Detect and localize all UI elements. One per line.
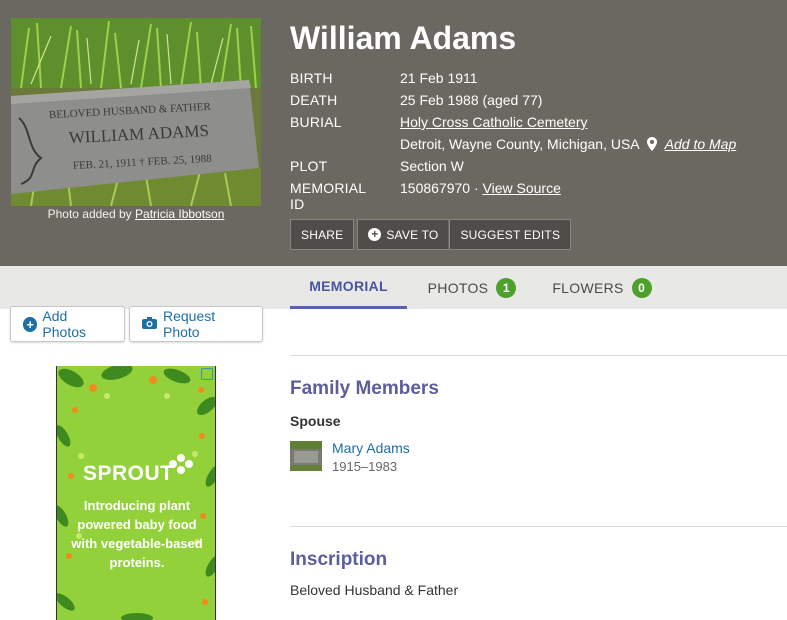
add-photos-button[interactable]: + Add Photos	[10, 306, 125, 342]
divider-middle	[290, 526, 787, 527]
save-edit-group: + SAVE TO SUGGEST EDITS	[357, 219, 572, 250]
map-pin-icon[interactable]	[646, 137, 657, 151]
plot-value: Section W	[400, 158, 464, 174]
photo-caption: Photo added by Patricia Ibbotson	[11, 207, 261, 221]
header-actions: SHARE + SAVE TO SUGGEST EDITS	[290, 219, 572, 250]
cemetery-link[interactable]: Holy Cross Catholic Cemetery	[400, 114, 588, 130]
tab-flowers[interactable]: FLOWERS 0	[537, 266, 667, 309]
photo-caption-prefix: Photo added by	[47, 207, 132, 221]
birth-value: 21 Feb 1911	[400, 70, 478, 86]
request-photo-label: Request Photo	[163, 308, 216, 340]
camera-icon	[142, 316, 157, 332]
tab-photos-label: PHOTOS	[427, 279, 489, 296]
inscription-heading: Inscription	[290, 549, 388, 570]
suggest-edits-button[interactable]: SUGGEST EDITS	[449, 219, 572, 250]
burial-location-text: Detroit, Wayne County, Michigan, USA	[400, 136, 639, 152]
memorial-name: William Adams	[290, 20, 517, 56]
tab-memorial-label: MEMORIAL	[309, 278, 388, 294]
burial-location: Detroit, Wayne County, Michigan, USA Add…	[400, 136, 736, 152]
save-to-label: SAVE TO	[386, 227, 439, 242]
family-members-heading: Family Members	[290, 378, 439, 399]
divider-top	[290, 355, 787, 356]
tab-memorial[interactable]: MEMORIAL	[290, 266, 407, 309]
memorial-id-label: MEMORIAL ID	[290, 180, 366, 212]
ad-leaf-decoration	[57, 366, 215, 620]
tab-flowers-label: FLOWERS	[552, 279, 624, 296]
advertisement[interactable]: SPROUT Introducing plant powered baby fo…	[56, 366, 216, 620]
view-source-link[interactable]: View Source	[483, 180, 561, 196]
ad-text: Introducing plant powered baby food with…	[71, 498, 203, 570]
death-value: 25 Feb 1988 (aged 77)	[400, 92, 543, 108]
photo-contributor-link[interactable]: Patricia Ibbotson	[135, 207, 224, 221]
plot-label: PLOT	[290, 158, 328, 174]
tab-photos[interactable]: PHOTOS 1	[407, 266, 537, 309]
flowers-count-badge: 0	[631, 277, 652, 298]
save-to-button[interactable]: + SAVE TO	[357, 219, 450, 250]
memorial-tabs: MEMORIAL PHOTOS 1 FLOWERS 0	[0, 266, 787, 309]
burial-label: BURIAL	[290, 114, 342, 130]
suggest-edits-label: SUGGEST EDITS	[460, 227, 561, 242]
photos-count-badge: 1	[496, 277, 517, 298]
ad-brand: SPROUT	[83, 462, 174, 485]
share-button[interactable]: SHARE	[290, 219, 355, 250]
birth-label: BIRTH	[290, 70, 333, 86]
spouse-thumbnail[interactable]	[290, 441, 322, 471]
headstone-photo[interactable]: BELOVED HUSBAND & FATHER WILLIAM ADAMS F…	[11, 18, 261, 206]
add-to-map-link[interactable]: Add to Map	[665, 136, 737, 152]
share-button-label: SHARE	[301, 227, 344, 242]
request-photo-button[interactable]: Request Photo	[129, 306, 263, 342]
death-label: DEATH	[290, 92, 338, 108]
plus-circle-icon: +	[368, 228, 382, 241]
memorial-id-value: 150867970 · View Source	[400, 180, 561, 196]
inscription-text: Beloved Husband & Father	[290, 582, 459, 598]
headstone-image: BELOVED HUSBAND & FATHER WILLIAM ADAMS F…	[11, 18, 261, 206]
adchoices-icon[interactable]	[201, 368, 213, 380]
add-photos-label: Add Photos	[42, 308, 87, 340]
memorial-header: BELOVED HUSBAND & FATHER WILLIAM ADAMS F…	[0, 0, 787, 266]
burial-value: Holy Cross Catholic Cemetery	[400, 114, 588, 130]
spouse-label: Spouse	[290, 413, 341, 429]
spouse-dates: 1915–1983	[332, 459, 398, 474]
memorial-id-number: 150867970 ·	[400, 180, 479, 196]
spouse-name-link[interactable]: Mary Adams	[332, 440, 410, 456]
add-circle-icon: +	[23, 316, 38, 332]
